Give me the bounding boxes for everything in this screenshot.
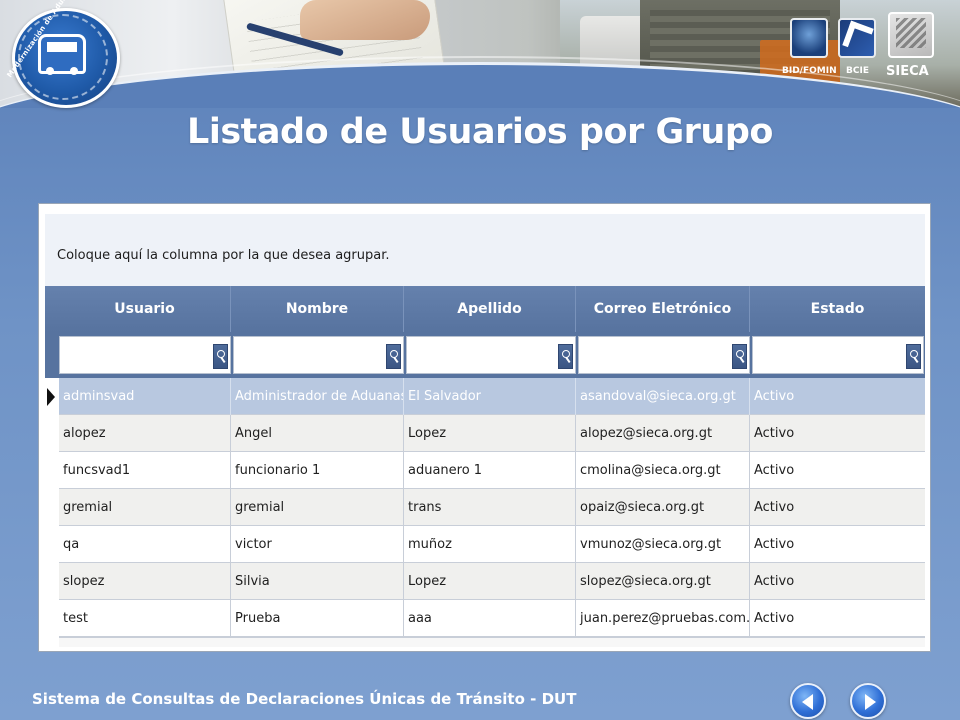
cell-estado: Activo: [754, 500, 795, 515]
filter-search-icon[interactable]: [732, 344, 747, 369]
filter-search-icon[interactable]: [386, 344, 401, 369]
bid-fomin-label: BID/FOMIN: [782, 66, 837, 76]
table-row[interactable]: alopez Angel Lopez alopez@sieca.org.gt A…: [59, 415, 925, 452]
column-header-correo[interactable]: Correo Eletrónico: [576, 286, 750, 332]
cell-nombre: Silvia: [231, 563, 404, 600]
filter-cell-usuario: [59, 336, 231, 374]
bid-fomin-logo-icon: [790, 18, 828, 58]
current-row-indicator-icon: [47, 388, 55, 406]
column-header-usuario[interactable]: Usuario: [59, 286, 231, 332]
filter-cell-apellido: [406, 336, 576, 374]
table-row[interactable]: funcsvad1 funcionario 1 aduanero 1 cmoli…: [59, 452, 925, 489]
group-by-prompt: Coloque aquí la columna por la que desea…: [57, 248, 390, 263]
filter-cell-nombre: [233, 336, 404, 374]
table-row[interactable]: test Prueba aaa juan.perez@pruebas.com.g…: [59, 600, 925, 637]
footer-system-title: Sistema de Consultas de Declaraciones Ún…: [32, 690, 577, 708]
cell-apellido: aaa: [404, 600, 576, 637]
cell-usuario: alopez: [59, 415, 231, 452]
cell-estado: Activo: [754, 574, 795, 589]
filter-search-icon[interactable]: [558, 344, 573, 369]
cell-nombre: Angel: [231, 415, 404, 452]
filter-search-icon[interactable]: [906, 344, 921, 369]
cell-nombre: Administrador de Aduanas: [231, 378, 404, 415]
cell-correo: asandoval@sieca.org.gt: [576, 378, 750, 415]
arrow-left-icon: [802, 694, 813, 710]
filter-input-nombre[interactable]: [234, 337, 403, 373]
cell-correo: juan.perez@pruebas.com.gt: [576, 600, 750, 637]
users-grid: Usuario Nombre Apellido Correo Eletrónic…: [45, 286, 925, 647]
table-row[interactable]: qa victor muñoz vmunoz@sieca.org.gt Acti…: [59, 526, 925, 563]
cell-apellido: muñoz: [404, 526, 576, 563]
cell-correo: slopez@sieca.org.gt: [576, 563, 750, 600]
cell-apellido: trans: [404, 489, 576, 526]
cell-correo: vmunoz@sieca.org.gt: [576, 526, 750, 563]
grid-filter-row: [45, 332, 925, 378]
cell-usuario: gremial: [59, 489, 231, 526]
cell-nombre: funcionario 1: [231, 452, 404, 489]
previous-button[interactable]: [790, 683, 826, 719]
sieca-label: SIECA: [886, 64, 929, 79]
cell-estado: Activo: [754, 611, 795, 626]
cell-apellido: aduanero 1: [404, 452, 576, 489]
cell-correo: cmolina@sieca.org.gt: [576, 452, 750, 489]
filter-input-estado[interactable]: [753, 337, 923, 373]
cell-nombre: victor: [231, 526, 404, 563]
group-by-drop-area[interactable]: Coloque aquí la columna por la que desea…: [45, 214, 925, 290]
filter-input-apellido[interactable]: [407, 337, 575, 373]
cell-estado: Activo: [754, 537, 795, 552]
filter-cell-correo: [578, 336, 750, 374]
table-row[interactable]: gremial gremial trans opaiz@sieca.org.gt…: [59, 489, 925, 526]
filter-cell-estado: [752, 336, 924, 374]
row-indicator-column: [45, 378, 59, 636]
cell-correo: opaiz@sieca.org.gt: [576, 489, 750, 526]
filter-input-correo[interactable]: [579, 337, 749, 373]
grid-footer: [59, 637, 925, 647]
column-header-nombre[interactable]: Nombre: [231, 286, 404, 332]
users-grid-panel: Coloque aquí la columna por la que desea…: [38, 203, 931, 652]
table-row[interactable]: slopez Silvia Lopez slopez@sieca.org.gt …: [59, 563, 925, 600]
cell-estado: Activo: [754, 463, 795, 478]
column-header-apellido[interactable]: Apellido: [404, 286, 576, 332]
banner-hand-image: [300, 0, 430, 40]
grid-header-row: Usuario Nombre Apellido Correo Eletrónic…: [45, 286, 925, 332]
cell-usuario: qa: [59, 526, 231, 563]
table-row[interactable]: adminsvad Administrador de Aduanas El Sa…: [59, 378, 925, 415]
column-header-estado[interactable]: Estado: [750, 286, 925, 332]
page-title: Listado de Usuarios por Grupo: [187, 112, 773, 152]
cell-apellido: Lopez: [404, 415, 576, 452]
bcie-label: BCIE: [846, 66, 869, 76]
cell-apellido: El Salvador: [404, 378, 576, 415]
cell-estado: Activo: [754, 389, 795, 404]
next-button[interactable]: [850, 683, 886, 719]
cell-estado: Activo: [754, 426, 795, 441]
cell-usuario: test: [59, 600, 231, 637]
arrow-right-icon: [865, 694, 876, 710]
cell-usuario: funcsvad1: [59, 452, 231, 489]
cell-apellido: Lopez: [404, 563, 576, 600]
cell-usuario: slopez: [59, 563, 231, 600]
filter-input-usuario[interactable]: [60, 337, 230, 373]
cell-correo: alopez@sieca.org.gt: [576, 415, 750, 452]
cell-usuario: adminsvad: [59, 378, 231, 415]
cell-nombre: gremial: [231, 489, 404, 526]
cell-nombre: Prueba: [231, 600, 404, 637]
filter-search-icon[interactable]: [213, 344, 228, 369]
